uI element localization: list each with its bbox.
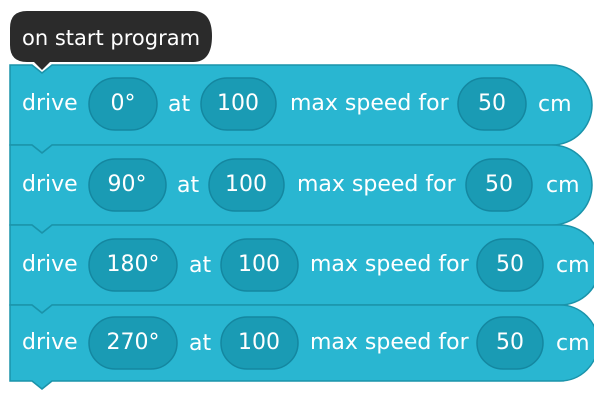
code-canvas: on start program drive 0° at 100 max spe… xyxy=(0,0,594,393)
at-label: at xyxy=(189,331,212,356)
speed-value: 100 xyxy=(217,91,259,116)
unit-label: cm xyxy=(556,331,590,356)
unit-label: cm xyxy=(538,92,572,117)
speed-value: 100 xyxy=(238,252,280,277)
at-label: at xyxy=(189,253,212,278)
angle-value: 270° xyxy=(106,330,160,355)
at-label: at xyxy=(168,92,191,117)
drive-label: drive xyxy=(22,91,78,116)
max-speed-for-label: max speed for xyxy=(310,330,469,355)
at-label: at xyxy=(177,173,200,198)
hat-label: on start program xyxy=(22,26,201,50)
distance-value: 50 xyxy=(496,330,524,355)
unit-label: cm xyxy=(556,253,590,278)
distance-value: 50 xyxy=(485,172,513,197)
angle-value: 90° xyxy=(107,172,147,197)
max-speed-for-label: max speed for xyxy=(290,91,449,116)
drive-label: drive xyxy=(22,172,78,197)
drive-label: drive xyxy=(22,330,78,355)
drive-label: drive xyxy=(22,252,78,277)
angle-value: 0° xyxy=(110,91,136,116)
max-speed-for-label: max speed for xyxy=(310,252,469,277)
angle-value: 180° xyxy=(106,252,160,277)
max-speed-for-label: max speed for xyxy=(297,172,456,197)
speed-value: 100 xyxy=(238,330,280,355)
speed-value: 100 xyxy=(225,172,267,197)
unit-label: cm xyxy=(546,173,580,198)
distance-value: 50 xyxy=(478,91,506,116)
distance-value: 50 xyxy=(496,252,524,277)
